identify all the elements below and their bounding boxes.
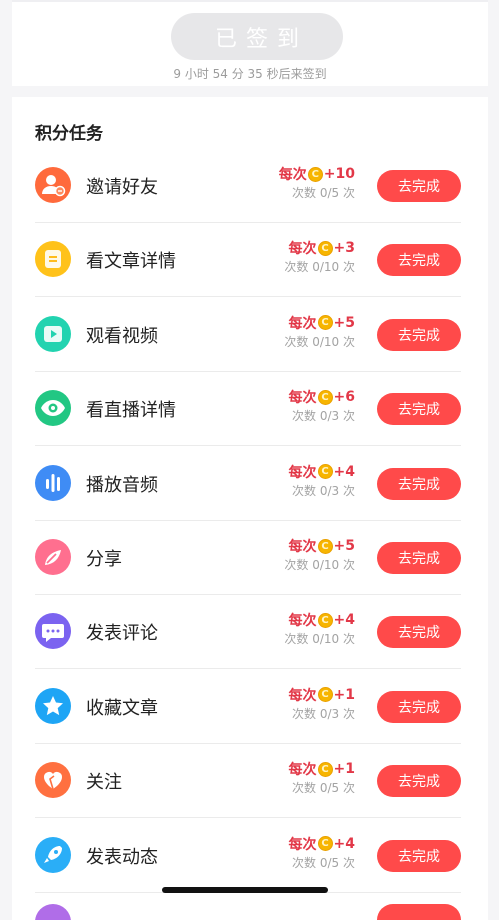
task-count: 次数 0/10 次 [284,558,355,572]
task-reward: 每次 +1 [289,759,355,779]
divider [12,0,488,2]
task-count: 次数 0/5 次 [292,855,355,870]
reward-label: 每次 [288,836,317,853]
complete-task-button[interactable]: 去完成 [377,393,461,426]
complete-task-button[interactable]: 去完成 [377,467,461,500]
reward-label: 每次 [288,687,317,704]
checked-in-button[interactable]: 已签到 [171,13,343,60]
reward-label: 每次 [288,762,317,779]
task-reward: 每次 +4 [289,462,355,482]
points-tasks-card: 积分任务 邀请好友每次+10次数 0/5 次去完成看文章详情每次+3次数 0/1… [12,97,488,920]
invite-user-icon [35,167,71,203]
task-count: 次数 0/3 次 [292,706,355,721]
reward-label: 每次 [288,539,317,555]
task-count: 次数 0/10 次 [284,632,355,647]
reward-label: 每次 [288,464,317,481]
section-title: 积分任务 [35,124,103,144]
task-count: 次数 0/3 次 [292,483,355,498]
reward-label: 每次 [288,241,317,258]
task-name: 看文章详情 [86,251,176,273]
task-row: 关注 每次 +1 次数 0/5 次 去完成 [35,743,461,819]
task-reward: 每次 +6 [289,387,355,407]
eye-icon [35,390,71,427]
task-row: 邀请好友 每次 +10 次数 0/5 次 去完成 [35,148,461,223]
rocket-icon [35,836,71,873]
partial-task-button[interactable] [377,904,461,920]
task-name: 播放音频 [86,474,158,496]
audio-icon [35,464,71,501]
task-reward: 每次 +3 [289,238,355,258]
reward-label: 每次 [288,613,317,630]
checkin-card: 已签到 9 小时 54 分 35 秒后来签到 [12,0,488,86]
task-reward: 每次 +4 [289,610,355,630]
task-row: 观看视频 每次 +5 次数 0/10 次 去完成 [35,297,461,372]
coin-icon [317,761,333,777]
complete-task-button[interactable]: 去完成 [377,244,461,277]
task-reward: 每次 +4 [289,834,355,854]
reward-points: +5 [333,538,355,554]
task-reward: 每次 +10 [279,164,355,184]
star-icon [35,687,71,724]
coin-icon [317,389,333,405]
coin-icon [317,836,333,852]
task-name: 关注 [86,772,122,794]
reward-points: +4 [333,612,355,629]
task-row: 看文章详情 每次 +3 次数 0/10 次 去完成 [35,222,461,298]
reward-points: +4 [333,835,355,852]
comment-icon [35,613,71,650]
task-count: 次数 0/10 次 [284,334,355,349]
coin-icon [307,166,323,182]
complete-task-button[interactable]: 去完成 [377,765,461,798]
complete-task-button[interactable]: 去完成 [377,542,461,574]
reward-label: 每次 [278,167,307,183]
reward-points: +10 [323,166,355,182]
task-row: 发表评论 每次 +4 次数 0/10 次 去完成 [35,594,461,670]
coin-icon [317,687,333,703]
task-count: 次数 0/5 次 [292,186,355,200]
reward-points: +1 [333,761,355,778]
task-reward: 每次 +5 [289,536,355,556]
task-row: 分享 每次 +5 次数 0/10 次 去完成 [35,520,461,595]
complete-task-button[interactable]: 去完成 [377,616,461,649]
complete-task-button[interactable]: 去完成 [377,170,461,202]
task-name: 邀请好友 [86,177,158,198]
checkin-countdown: 9 小时 54 分 35 秒后来签到 [173,67,327,81]
reward-label: 每次 [288,315,317,332]
partial-task-icon [35,904,71,920]
task-reward: 每次 +1 [289,685,355,705]
coin-icon [317,240,333,256]
task-row: 播放音频 每次 +4 次数 0/3 次 去完成 [35,446,461,521]
task-name: 发表评论 [86,623,158,645]
coin-icon [317,315,333,331]
task-row: 发表动态 每次 +4 次数 0/5 次 去完成 [35,818,461,893]
task-count: 次数 0/10 次 [284,260,355,275]
complete-task-button[interactable]: 去完成 [377,690,461,723]
reward-points: +6 [333,389,355,406]
heart-icon [35,762,71,799]
reward-points: +4 [333,463,355,480]
task-name: 分享 [86,549,122,570]
home-indicator [162,887,328,893]
task-name: 收藏文章 [86,697,158,719]
coin-icon [317,538,333,554]
task-count: 次数 0/5 次 [292,781,355,796]
reward-points: +5 [333,314,355,331]
video-icon [35,315,71,352]
coin-icon [317,612,333,628]
share-icon [35,539,71,575]
task-name: 发表动态 [86,846,158,868]
reward-label: 每次 [288,390,317,407]
task-name: 看直播详情 [86,400,176,422]
task-name: 观看视频 [86,325,158,347]
task-count: 次数 0/3 次 [292,409,355,424]
task-row: 收藏文章 每次 +1 次数 0/3 次 去完成 [35,669,461,744]
coin-icon [317,464,333,480]
article-icon [35,241,71,278]
reward-points: +3 [333,240,355,257]
task-row: 看直播详情 每次 +6 次数 0/3 次 去完成 [35,371,461,447]
complete-task-button[interactable]: 去完成 [377,839,461,872]
complete-task-button[interactable]: 去完成 [377,318,461,351]
reward-points: +1 [333,686,355,703]
task-reward: 每次 +5 [289,313,355,333]
